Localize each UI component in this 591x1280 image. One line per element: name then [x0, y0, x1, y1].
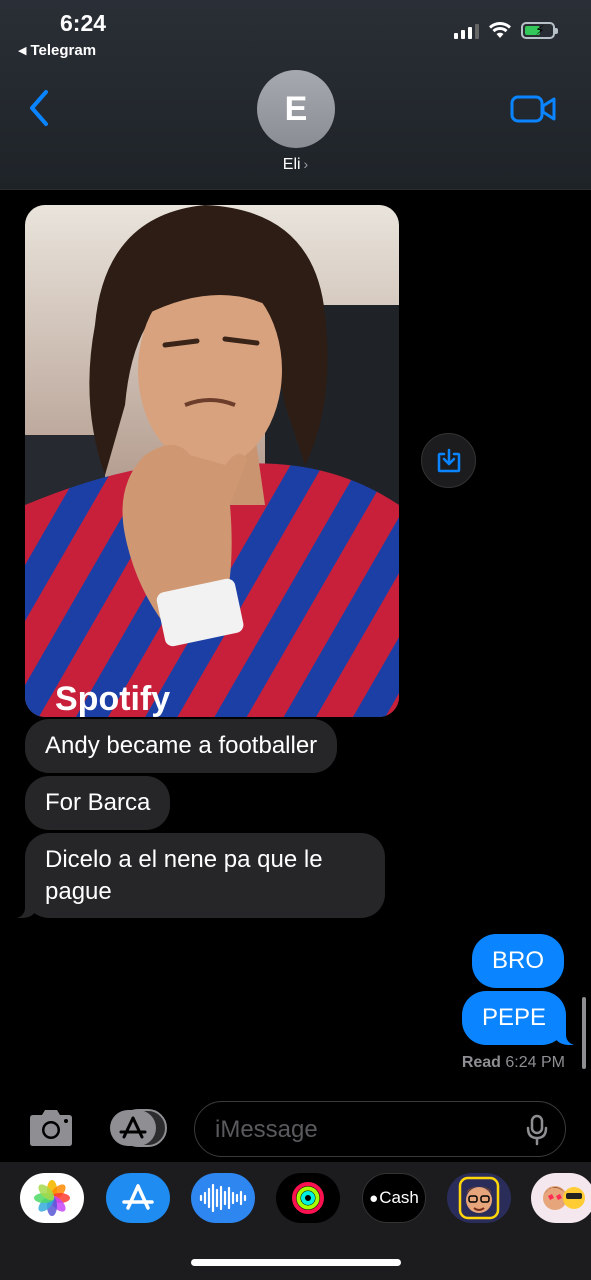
contact-name-label: Eli [282, 156, 301, 173]
svg-text:Spotify: Spotify [55, 680, 170, 717]
app-store-icon [122, 1184, 154, 1210]
read-label: Read [461, 1054, 501, 1071]
fitness-app-button[interactable] [276, 1173, 340, 1223]
conversation-header: 6:24 ◀ Telegram ⚡ E Eli › [0, 0, 591, 190]
cash-label: Cash [379, 1188, 419, 1207]
status-time: 6:24 [60, 10, 107, 36]
status-icons: ⚡ [454, 22, 558, 39]
read-time: 6:24 PM [505, 1054, 565, 1071]
scrollbar[interactable] [582, 997, 586, 1069]
photos-app-button[interactable] [20, 1173, 84, 1223]
incoming-message[interactable]: Dicelo a el nene pa que le pague [13, 833, 385, 918]
photos-icon [34, 1180, 70, 1216]
incoming-message[interactable]: For Barca [25, 776, 171, 830]
message-input[interactable] [215, 1110, 505, 1150]
app-store-button[interactable] [108, 1108, 168, 1148]
wifi-icon [489, 22, 511, 38]
photo-image: Spotify [25, 205, 399, 717]
avatar-initial: E [284, 89, 308, 128]
contact-name-button[interactable]: Eli › [0, 156, 591, 174]
app-store-icon [110, 1109, 167, 1147]
cellular-signal-icon [454, 23, 479, 39]
memoji-stickers-icon [543, 1186, 585, 1210]
memoji-app-button[interactable] [447, 1173, 511, 1223]
read-receipt: Read 6:24 PM [462, 1054, 565, 1072]
audio-message-app-button[interactable] [191, 1173, 255, 1223]
camera-icon[interactable] [26, 1108, 76, 1148]
app-store-app-button[interactable] [106, 1173, 170, 1223]
memoji-stickers-app-button[interactable] [531, 1173, 591, 1223]
save-photo-button[interactable] [421, 433, 476, 488]
download-icon [437, 448, 460, 472]
back-chevron-icon[interactable] [24, 88, 64, 128]
outgoing-message[interactable]: BRO [472, 934, 565, 988]
back-triangle-icon: ◀ [18, 45, 27, 57]
fitness-icon [292, 1182, 324, 1214]
contact-avatar[interactable]: E [257, 70, 335, 148]
video-call-icon[interactable] [510, 94, 556, 124]
imessage-field[interactable] [194, 1101, 566, 1157]
battery-charging-icon: ⚡ [521, 22, 558, 39]
memoji-icon [458, 1176, 500, 1220]
apple-cash-app-button[interactable]: ● Cash [362, 1173, 426, 1223]
chevron-right-icon: › [303, 156, 309, 172]
audio-message-icon [199, 1183, 247, 1213]
back-app-label: Telegram [30, 42, 97, 59]
home-indicator[interactable] [191, 1259, 401, 1266]
back-to-telegram-link[interactable]: ◀ Telegram [18, 42, 96, 59]
photo-message[interactable]: Spotify [25, 205, 399, 717]
apple-logo-icon: ● [369, 1189, 379, 1207]
microphone-icon[interactable] [525, 1114, 549, 1146]
outgoing-message[interactable]: PEPE [462, 991, 579, 1045]
incoming-message[interactable]: Andy became a footballer [25, 719, 338, 773]
